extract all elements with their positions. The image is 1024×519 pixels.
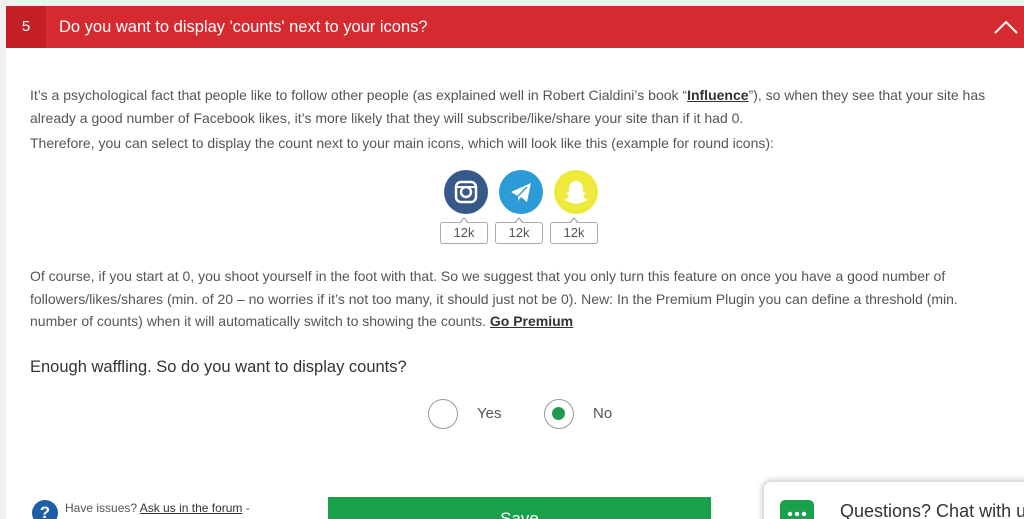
go-premium-link[interactable]: Go Premium xyxy=(490,313,573,329)
instagram-icon xyxy=(444,170,488,214)
collapse-button[interactable] xyxy=(988,6,1024,48)
help-icon: ? xyxy=(32,500,58,519)
intro-paragraph: It’s a psychological fact that people li… xyxy=(30,84,998,129)
chat-label: Questions? Chat with us! xyxy=(840,501,1024,519)
intro-text: It’s a psychological fact that people li… xyxy=(30,87,688,103)
influence-link[interactable]: Influence xyxy=(687,87,748,103)
save-button[interactable]: Save xyxy=(328,497,711,519)
therefore-paragraph: Therefore, you can select to display the… xyxy=(30,135,774,151)
question-panel: 5 Do you want to display 'counts' next t… xyxy=(6,6,1024,519)
forum-link[interactable]: Ask us in the forum xyxy=(140,501,243,515)
help-prefix: Have issues? xyxy=(65,501,140,515)
no-radio[interactable] xyxy=(544,399,574,429)
display-counts-question: Enough waffling. So do you want to displ… xyxy=(30,358,407,376)
snapchat-icon xyxy=(554,170,598,214)
question-header[interactable]: 5 Do you want to display 'counts' next t… xyxy=(6,6,1024,48)
count-badge: 12k xyxy=(440,217,488,244)
radio-selected-dot xyxy=(552,407,565,420)
example-icons: 12k 12k 12k xyxy=(439,170,609,250)
chevron-up-icon xyxy=(994,20,1018,34)
yes-radio[interactable] xyxy=(428,399,458,429)
chat-icon xyxy=(780,500,814,519)
count-badge: 12k xyxy=(550,217,598,244)
yes-label[interactable]: Yes xyxy=(477,405,501,422)
warning-paragraph: Of course, if you start at 0, you shoot … xyxy=(30,265,998,333)
count-badge: 12k xyxy=(495,217,543,244)
help-text: Have issues? Ask us in the forum - xyxy=(65,501,250,515)
telegram-icon xyxy=(499,170,543,214)
question-title: Do you want to display 'counts' next to … xyxy=(59,18,428,36)
step-number: 5 xyxy=(6,6,46,48)
help-suffix: - xyxy=(242,501,250,515)
chat-widget[interactable]: Questions? Chat with us! xyxy=(763,481,1024,519)
no-label[interactable]: No xyxy=(593,405,612,422)
